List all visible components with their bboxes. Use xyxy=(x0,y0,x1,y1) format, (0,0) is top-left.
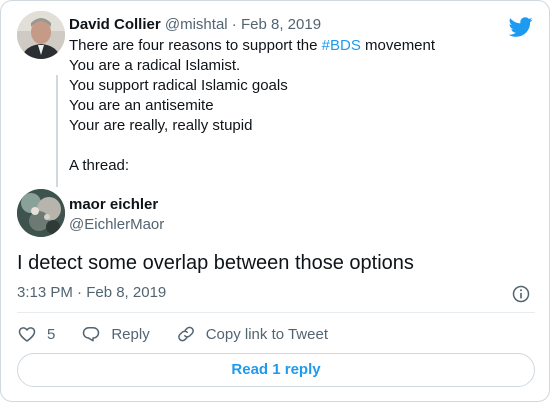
tweet-text-line: You are an antisemite xyxy=(69,97,214,114)
tweet-text-line: There are four reasons to support the #B… xyxy=(69,36,529,56)
separator: · xyxy=(231,16,237,33)
parent-tweet-text: There are four reasons to support the #B… xyxy=(69,36,529,176)
like-count: 5 xyxy=(47,325,56,343)
tweet-embed-card: David Collier @mishtal · Feb 8, 2019 The… xyxy=(0,0,550,402)
heart-icon xyxy=(18,327,36,342)
link-icon xyxy=(177,326,194,342)
reply-label: Reply xyxy=(111,325,150,343)
thread-connector-line xyxy=(56,75,58,187)
copy-link-label: Copy link to Tweet xyxy=(205,325,328,343)
tweet-text-line: You are a radical Islamist. xyxy=(69,57,241,74)
info-icon[interactable] xyxy=(511,284,531,304)
author-handle[interactable]: @mishtal xyxy=(165,16,228,33)
author-name[interactable]: maor eichler xyxy=(69,195,164,214)
reply-button[interactable]: Reply xyxy=(81,324,150,344)
avatar[interactable] xyxy=(17,11,65,59)
copy-link-button[interactable]: Copy link to Tweet xyxy=(176,324,328,344)
tweet-date[interactable]: Feb 8, 2019 xyxy=(241,16,321,33)
avatar-photo xyxy=(17,11,65,59)
tweet-text-line: A thread: xyxy=(69,157,130,174)
avatar-photo xyxy=(17,189,65,237)
tweet-actions: 5 Reply Copy link to Tweet xyxy=(17,323,354,345)
tweet-meta: 3:13 PM · Feb 8, 2019 xyxy=(17,283,535,305)
main-tweet-author[interactable]: maor eichler @EichlerMaor xyxy=(17,189,517,239)
avatar[interactable] xyxy=(17,189,65,237)
parent-tweet-header: David Collier @mishtal · Feb 8, 2019 xyxy=(69,16,529,34)
divider xyxy=(17,312,535,313)
tweet-text-line: You support radical Islamic goals xyxy=(69,77,288,94)
text-segment: There are four reasons to support the xyxy=(69,37,322,54)
like-button[interactable]: 5 xyxy=(17,324,55,344)
text-segment: movement xyxy=(360,37,436,54)
tweet-text-line: Your are really, really stupid xyxy=(69,117,253,134)
read-replies-button[interactable]: Read 1 reply xyxy=(17,353,535,387)
tweet-text-line xyxy=(69,136,529,156)
reply-icon xyxy=(83,327,100,342)
main-tweet-text: I detect some overlap between those opti… xyxy=(17,252,414,274)
tweet-timestamp[interactable]: 3:13 PM · Feb 8, 2019 xyxy=(17,284,166,301)
author-handle[interactable]: @EichlerMaor xyxy=(69,215,164,234)
hashtag-link[interactable]: #BDS xyxy=(322,37,361,54)
author-name[interactable]: David Collier xyxy=(69,16,161,33)
